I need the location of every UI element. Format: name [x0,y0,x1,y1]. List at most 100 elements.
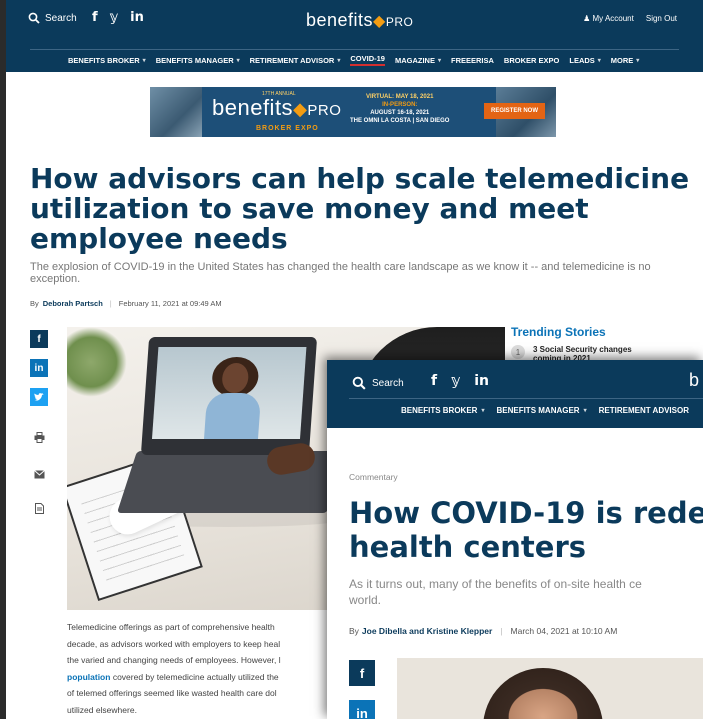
deck-line: As it turns out, many of the benefits of… [349,577,642,591]
article-category[interactable]: Commentary [349,472,398,482]
nav-label: FREEERISA [450,55,494,65]
author-link[interactable]: Deborah Partsch [43,299,103,308]
site-header: Search f 𝕪 in b BENEFITS BROKER ▾ BENEFIT… [327,360,703,428]
share-twitter-button[interactable] [30,388,48,406]
banner-event-info: VIRTUAL: MAY 18, 2021 IN-PERSON: AUGUST … [350,93,449,125]
site-logo[interactable]: benefits◆PRO [306,10,413,31]
chevron-down-icon: ▾ [142,57,146,64]
nav-item-benefits-broker[interactable]: BENEFITS BROKER ▾ [68,54,146,66]
article-title: How advisors can help scale telemedicine… [30,162,690,255]
nav-label-active: COVID-19 [350,54,385,66]
search-label: Search [45,12,77,24]
nav-label: BENEFITS BROKER [68,55,140,65]
email-button[interactable] [30,465,48,483]
nav-item-retirement-advisor[interactable]: RETIREMENT ADVISOR [599,406,689,415]
image-portrait [483,668,603,719]
body-line: Telemedicine offerings as part of compre… [67,622,275,632]
image-video-person [200,357,263,439]
broker-expo-ad-banner[interactable]: 17TH ANNUAL benefits◆PRO BROKER EXPO VIR… [150,87,556,137]
search-button[interactable]: Search [28,12,77,24]
share-linkedin-button[interactable]: in [349,700,375,719]
register-now-button[interactable]: REGISTER NOW [484,103,546,119]
nav-item-more[interactable]: MORE ▾ [611,54,640,66]
nav-label: BENEFITS BROKER [401,406,478,415]
byline-separator: | [109,299,112,308]
byline-prefix: By [30,299,39,308]
search-icon [352,376,366,390]
sign-out-link[interactable]: Sign Out [646,14,677,23]
main-nav: BENEFITS BROKER ▾ BENEFITS MANAGER ▾ RETIR… [401,406,701,415]
linkedin-icon[interactable]: in [474,373,489,389]
twitter-icon[interactable]: 𝕪 [110,10,118,25]
share-linkedin-button[interactable]: in [30,359,48,377]
trending-stories-heading: Trending Stories [511,325,606,339]
article-byline: By Deborah Partsch | February 11, 2021 a… [30,299,222,308]
nav-item-benefits-broker[interactable]: BENEFITS BROKER ▾ [401,406,484,415]
my-account-label: My Account [592,14,634,23]
logo-text: benefits [306,10,374,30]
nav-item-broker-expo[interactable]: BROKER EXPO [504,54,559,66]
linkedin-icon[interactable]: in [130,10,144,25]
banner-logo-text: benefits [212,95,294,120]
article-deck: The explosion of COVID-19 in the United … [30,261,651,285]
twitter-icon[interactable]: 𝕪 [451,373,460,389]
banner-logo: benefits◆PRO [212,95,341,121]
my-account-link[interactable]: ♟ My Account [583,14,634,23]
header-divider [30,49,679,50]
chevron-down-icon: ▾ [597,57,601,64]
reprint-button[interactable] [30,499,48,517]
nav-label: LEADS [569,55,595,65]
search-label: Search [372,377,404,389]
author-link[interactable]: Joe Dibella and Kristine Klepper [362,626,492,636]
nav-label: MORE [610,55,634,65]
population-link[interactable]: population [67,672,110,682]
nav-label: BROKER EXPO [503,55,560,65]
nav-item-covid-19[interactable]: COVID-19 [350,54,385,66]
print-icon [34,431,44,443]
social-links: f 𝕪 in [92,10,144,25]
body-line: the varied and changing needs of employe… [67,655,281,665]
nav-item-benefits-manager[interactable]: BENEFITS MANAGER ▾ [496,406,586,415]
chevron-down-icon: ▾ [437,57,441,64]
search-button[interactable]: Search [352,376,404,390]
nav-label: RETIREMENT ADVISOR [249,55,335,65]
image-person-body [203,393,262,439]
chevron-down-icon: ▾ [236,57,240,64]
linkedin-icon: in [356,705,368,719]
social-links: f 𝕪 in [431,373,489,389]
print-button[interactable] [30,428,48,446]
image-laptop-screen [140,337,318,455]
facebook-icon[interactable]: f [92,10,98,25]
body-text: covered by telemedicine actually utilize… [112,671,279,682]
logo-pro-text: PRO [385,15,414,29]
main-nav: BENEFITS BROKER ▾ BENEFITS MANAGER ▾ RETIR… [68,54,649,66]
body-line: of telemed offerings seemed like wasted … [67,688,277,698]
nav-label: BENEFITS MANAGER [496,406,580,415]
article-page-health-centers: Search f 𝕪 in b BENEFITS BROKER ▾ BENEFIT… [327,360,703,719]
share-facebook-button[interactable]: f [30,330,48,348]
nav-item-leads[interactable]: LEADS ▾ [569,54,600,66]
chevron-down-icon: ▾ [337,57,341,64]
article-date: March 04, 2021 at 10:10 AM [510,626,618,636]
envelope-icon [33,469,45,478]
document-icon [34,502,44,514]
site-logo-partial[interactable]: b [689,370,699,391]
linkedin-icon: in [34,362,44,374]
banner-dates: AUGUST 16-18, 2021 [370,110,430,116]
banner-virtual-date: VIRTUAL: MAY 18, 2021 [366,94,434,100]
account-links: ♟ My Account Sign Out [583,14,677,23]
facebook-icon: f [37,333,41,345]
nav-item-freeerisa[interactable]: FREEERISA [451,54,494,66]
nav-label: MAGAZINE [394,55,435,65]
chevron-down-icon: ▾ [481,408,485,414]
article-body: Telemedicine offerings as part of compre… [67,619,339,718]
article-byline: By Joe Dibella and Kristine Klepper | Ma… [349,626,617,636]
facebook-icon[interactable]: f [431,373,437,389]
share-facebook-button[interactable]: f [349,660,375,686]
banner-photo [150,87,202,137]
nav-item-retirement-advisor[interactable]: RETIREMENT ADVISOR ▾ [250,54,341,66]
nav-item-benefits-manager[interactable]: BENEFITS MANAGER ▾ [156,54,240,66]
banner-in-person-label: IN-PERSON: [382,102,418,108]
article-deck: As it turns out, many of the benefits of… [349,576,703,608]
nav-item-magazine[interactable]: MAGAZINE ▾ [395,54,441,66]
